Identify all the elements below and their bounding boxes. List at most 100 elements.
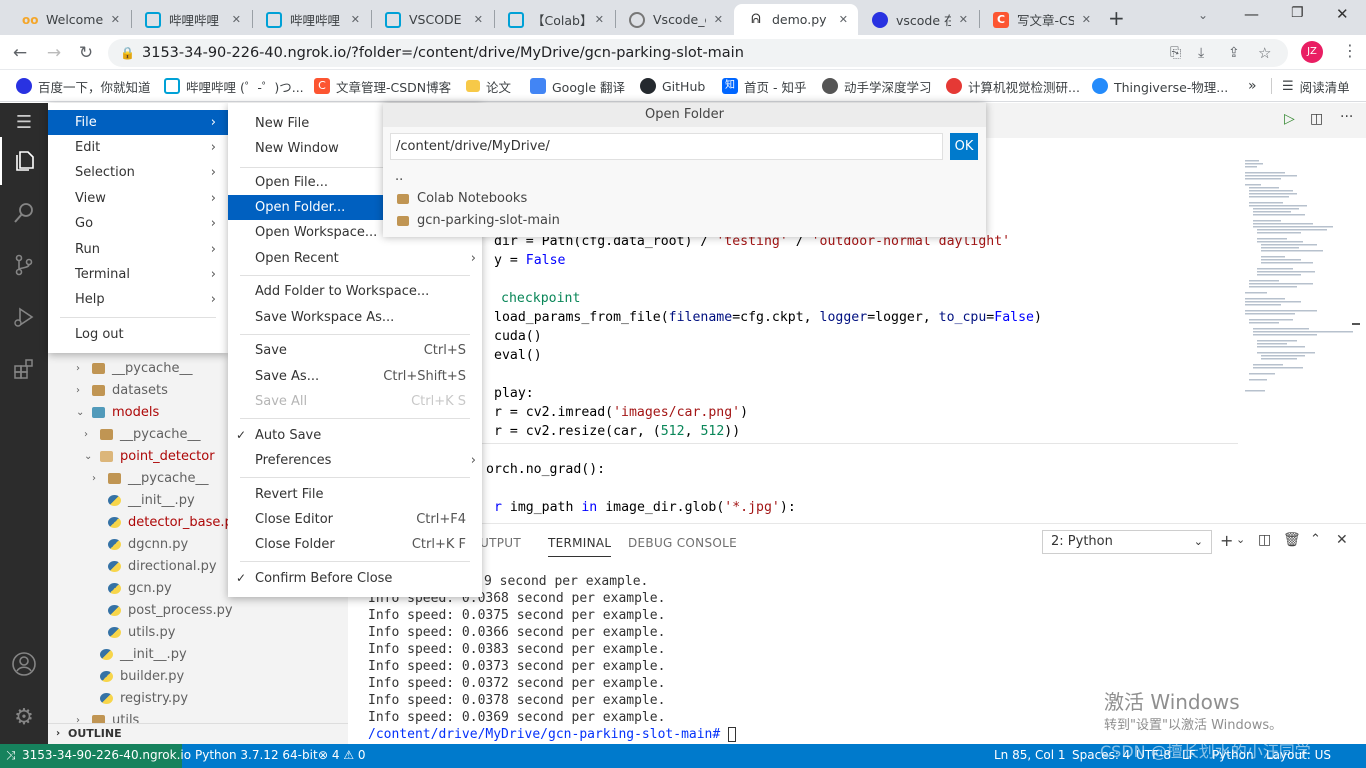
settings-gear-icon[interactable]: ⚙ [0,693,48,741]
close-tab-icon[interactable]: ✕ [474,13,483,26]
account-icon[interactable] [0,640,48,688]
extensions-icon[interactable] [0,345,48,393]
minimize-window-icon[interactable]: — [1244,5,1259,23]
problems-indicator[interactable]: ⊗ 4 ⚠ 0 [318,748,366,762]
bookmark-item[interactable]: Google 翻译 [530,76,625,96]
close-tab-icon[interactable]: ✕ [839,13,848,26]
browser-menu-icon[interactable]: ⋮ [1342,41,1358,60]
close-window-icon[interactable]: ✕ [1336,5,1349,23]
bookmark-item[interactable]: 知首页 - 知乎 [722,76,806,96]
menu-close-folder[interactable]: Close Folder Ctrl+K F [228,532,482,557]
close-tab-icon[interactable]: ✕ [111,13,120,26]
trash-icon[interactable]: 🗑 [1283,532,1301,548]
tab-search-icon[interactable]: ⌄ [1198,8,1208,22]
menu-preferences[interactable]: Preferences › [228,448,482,473]
run-debug-icon[interactable] [0,293,48,341]
menu-confirm-before-close[interactable]: ✓ Confirm Before Close [228,566,482,591]
ok-button[interactable]: OK [950,133,978,160]
bookmark-item[interactable]: Thingiverse-物理... [1092,76,1228,96]
close-panel-icon[interactable]: ✕ [1336,532,1348,548]
explorer-icon[interactable] [0,137,48,185]
source-control-icon[interactable] [0,241,48,289]
menu-run[interactable]: Run › [48,237,228,262]
menu-save-workspace-as[interactable]: Save Workspace As... [228,305,482,330]
terminal-prompt[interactable]: /content/drive/MyDrive/gcn-parking-slot-… [368,726,737,743]
close-tab-icon[interactable]: ✕ [351,13,360,26]
browser-tab[interactable]: 哔哩哔哩 ( ✕ [131,4,251,35]
tree-item[interactable]: › utils [48,710,348,723]
bookmark-item[interactable]: GitHub [640,76,705,96]
close-tab-icon[interactable]: ✕ [714,13,723,26]
menu-save-as[interactable]: Save As... Ctrl+Shift+S [228,364,482,389]
bookmark-item[interactable]: 哔哩哔哩 (゜-゜)つ... [164,76,304,96]
browser-tab[interactable]: 哔哩哔哩 ( ✕ [252,4,370,35]
python-interpreter[interactable]: Python 3.7.12 64-bit [195,748,318,762]
tab-debug-console[interactable]: DEBUG CONSOLE [628,536,737,550]
remote-indicator[interactable]: ⤨ 3153-34-90-226-40.ngrok.io [0,744,191,768]
outline-section-header[interactable]: › OUTLINE [48,723,348,744]
menu-close-editor[interactable]: Close Editor Ctrl+F4 [228,507,482,532]
menu-logout[interactable]: Log out [48,322,228,347]
browser-tab[interactable]: VSCODE ( ✕ [371,4,493,35]
profile-avatar[interactable]: JZ [1301,41,1323,63]
tree-item[interactable]: utils.py [48,622,348,644]
tree-item[interactable]: post_process.py [48,600,348,622]
bookmark-item[interactable]: 论文 [466,76,511,96]
chevron-down-icon[interactable]: ⌄ [1236,533,1245,546]
share-icon[interactable]: ⇪ [1228,39,1240,67]
bookmark-item[interactable]: C 文章管理-CSDN博客 [314,76,451,96]
folder-path-input[interactable]: /content/drive/MyDrive/ [390,133,943,160]
restore-window-icon[interactable]: ❐ [1291,5,1304,21]
bookmark-star-icon[interactable]: ☆ [1258,39,1271,67]
tab-output[interactable]: UTPUT [480,536,521,550]
reading-list-button[interactable]: ☰ 阅读清单 [1282,76,1350,96]
menu-view[interactable]: View › [48,186,228,211]
menu-revert-file[interactable]: Revert File [228,482,482,507]
forward-arrow-icon[interactable]: → [42,41,66,65]
search-icon[interactable] [0,189,48,237]
folder-entry-parent[interactable]: .. [395,169,403,184]
tree-item[interactable]: builder.py [48,666,348,688]
close-tab-icon[interactable]: ✕ [595,13,604,26]
bookmarks-overflow-button[interactable]: » [1248,76,1257,96]
run-python-icon[interactable]: ▷ [1284,111,1295,127]
browser-tab[interactable]: C 写文章-CS ✕ [979,4,1101,35]
bookmark-item[interactable]: 动手学深度学习 [822,76,932,96]
close-tab-icon[interactable]: ✕ [1082,13,1091,26]
more-actions-icon[interactable]: ··· [1340,109,1353,125]
menu-save[interactable]: Save Ctrl+S [228,338,482,363]
terminal-select[interactable]: 2: Python ⌄ [1042,530,1212,554]
menu-selection[interactable]: Selection › [48,160,228,185]
menu-go[interactable]: Go › [48,211,228,236]
cursor-position[interactable]: Ln 85, Col 1 [994,748,1066,762]
back-arrow-icon[interactable]: ← [8,41,32,65]
bookmark-item[interactable]: 计算机视觉检测研... [946,76,1080,96]
menu-auto-save[interactable]: ✓ Auto Save [228,423,482,448]
tree-item[interactable]: __init__.py [48,644,348,666]
split-editor-icon[interactable]: ◫ [1310,111,1323,127]
menu-terminal[interactable]: Terminal › [48,262,228,287]
address-bar[interactable]: 🔒 3153-34-90-226-40.ngrok.io/?folder=/co… [108,39,1288,67]
tree-item[interactable]: registry.py [48,688,348,710]
menu-file[interactable]: File › [48,110,228,135]
browser-tab[interactable]: Vscode_cc ✕ [615,4,733,35]
reload-icon[interactable]: ↻ [74,41,98,65]
close-tab-icon[interactable]: ✕ [959,13,968,26]
minimap[interactable] [1240,158,1360,418]
split-terminal-icon[interactable]: ◫ [1258,532,1271,548]
browser-tab[interactable]: 【Colab】 ✕ [494,4,614,35]
close-tab-icon[interactable]: ✕ [232,13,241,26]
menu-save-all[interactable]: Save All Ctrl+K S [228,389,482,414]
maximize-panel-icon[interactable]: ⌃ [1310,532,1321,547]
browser-tab-active[interactable]: ᕱ demo.py ✕ [734,4,858,35]
menu-help[interactable]: Help › [48,287,228,312]
browser-tab[interactable]: oo Welcome ✕ [8,4,130,35]
menu-edit[interactable]: Edit › [48,135,228,160]
browser-tab[interactable]: vscode 在 ✕ [858,4,978,35]
hamburger-menu-icon[interactable]: ☰ [0,103,48,141]
new-tab-button[interactable]: + [1108,6,1125,30]
menu-open-recent[interactable]: Open Recent › [228,246,482,271]
clipboard-icon[interactable]: ⎘ [1170,39,1181,67]
menu-add-folder[interactable]: Add Folder to Workspace... [228,279,482,304]
bookmark-item[interactable]: 百度一下，你就知道 [16,76,151,96]
